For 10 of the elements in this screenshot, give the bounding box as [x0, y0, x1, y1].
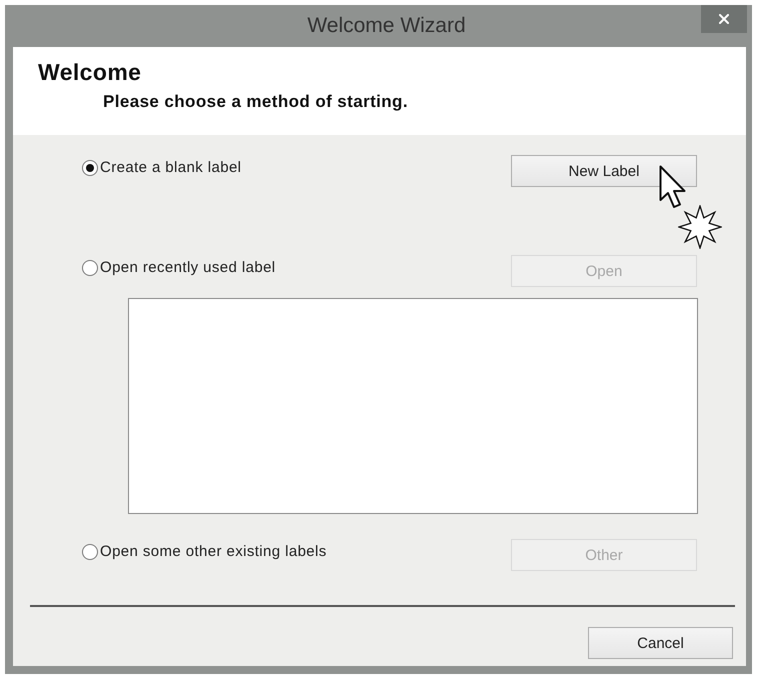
radio-button[interactable]: [82, 160, 98, 176]
close-button[interactable]: [701, 5, 747, 33]
cancel-button[interactable]: Cancel: [588, 627, 733, 659]
page-subtitle: Please choose a method of starting.: [103, 92, 409, 112]
new-label-button[interactable]: New Label: [511, 155, 697, 187]
close-icon: [719, 14, 729, 24]
radio-label[interactable]: Create a blank label: [100, 159, 242, 176]
page-heading: Welcome: [38, 59, 142, 86]
starburst-icon: [678, 205, 722, 249]
window-title: Welcome Wizard: [307, 14, 466, 38]
